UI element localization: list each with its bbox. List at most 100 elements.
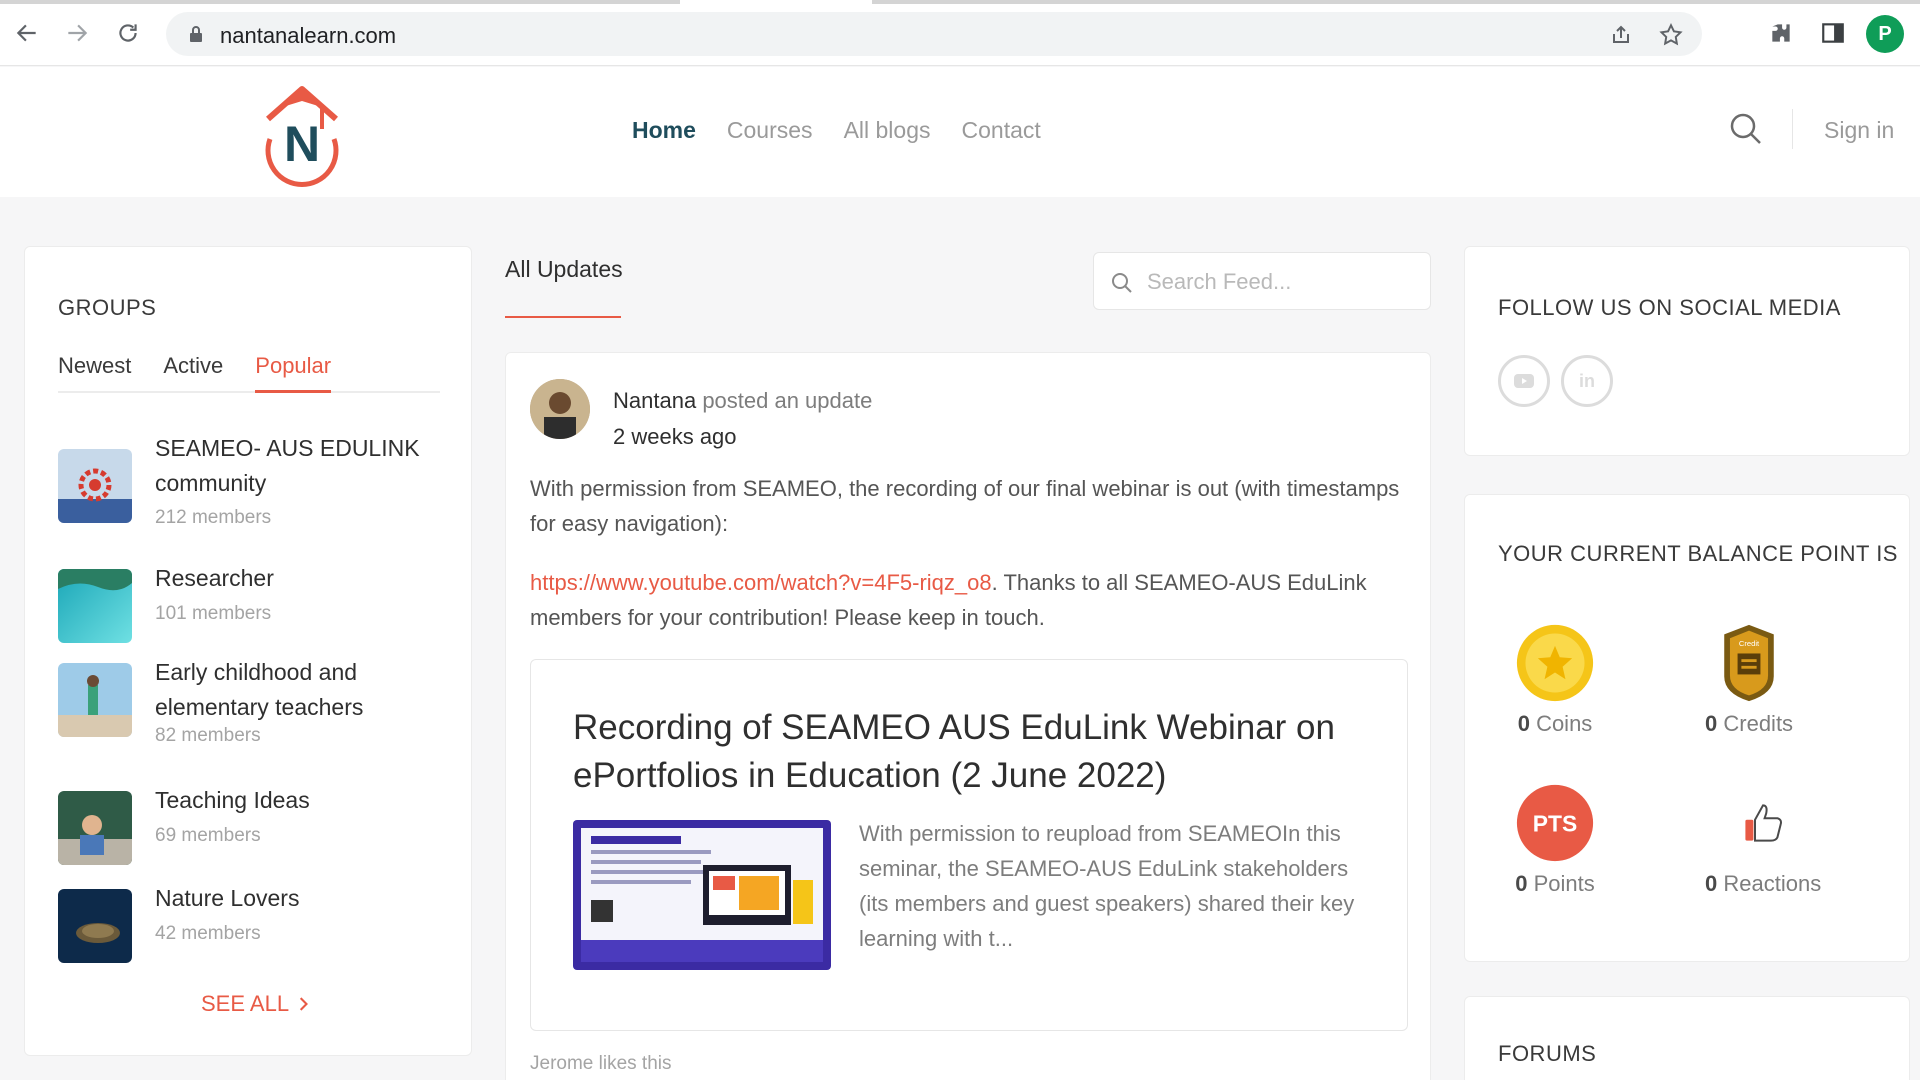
active-tab-indicator [505, 316, 621, 318]
group-members: 42 members [155, 923, 261, 944]
share-icon[interactable] [1606, 20, 1636, 50]
forward-arrow-icon[interactable] [60, 16, 94, 50]
coins-label: Coins [1536, 711, 1593, 736]
site-header: N Home Courses All blogs Contact Sign in [0, 67, 1920, 197]
extensions-puzzle-icon[interactable] [1766, 18, 1796, 48]
coin-icon [1513, 621, 1597, 705]
lock-icon[interactable] [186, 23, 206, 45]
nav-contact[interactable]: Contact [962, 117, 1041, 144]
back-arrow-icon[interactable] [10, 16, 44, 50]
search-icon [1112, 273, 1132, 293]
credit-badge-text: Credit [1739, 639, 1760, 648]
nantana-logo[interactable]: N [256, 79, 348, 189]
link-preview-card[interactable]: Recording of SEAMEO AUS EduLink Webinar … [530, 659, 1408, 1031]
post-body: With permission from SEAMEO, the recordi… [530, 471, 1410, 635]
group-item[interactable]: Teaching Ideas 69 members [58, 783, 448, 873]
points-label: Points [1533, 871, 1595, 896]
logo-letter: N [284, 116, 320, 172]
groups-tabs: Newest Active Popular [58, 353, 440, 393]
group-thumbnail[interactable] [58, 791, 132, 865]
post-time[interactable]: 2 weeks ago [613, 419, 872, 455]
star-icon[interactable] [1656, 20, 1686, 50]
nav-courses[interactable]: Courses [727, 117, 813, 144]
social-widget: FOLLOW US ON SOCIAL MEDIA in [1464, 246, 1910, 456]
post-meta: Nantana posted an update 2 weeks ago [613, 383, 872, 455]
tab-active[interactable]: Active [163, 353, 223, 393]
credit-badge-icon: Credit [1707, 621, 1791, 705]
sign-in-link[interactable]: Sign in [1824, 117, 1894, 144]
tab-newest[interactable]: Newest [58, 353, 131, 393]
tab-strip-edge [0, 0, 1920, 4]
browser-toolbar: nantanalearn.com P [0, 0, 1920, 66]
main-nav: Home Courses All blogs Contact [632, 117, 1041, 144]
credits-value: 0 [1705, 711, 1718, 736]
balance-credits: Credit 0 Credits [1705, 621, 1793, 737]
youtube-icon[interactable] [1498, 355, 1550, 407]
nav-all-blogs[interactable]: All blogs [844, 117, 931, 144]
forums-widget: FORUMS [1464, 996, 1910, 1080]
points-icon: PTS [1513, 781, 1597, 865]
post-text: With permission from SEAMEO, the recordi… [530, 476, 1400, 536]
see-all-link[interactable]: SEE ALL [201, 991, 309, 1017]
group-item[interactable]: SEAMEO- AUS EDULINK community 212 member… [58, 431, 448, 541]
balance-title: YOUR CURRENT BALANCE POINT IS [1498, 541, 1898, 566]
group-members: 69 members [155, 825, 261, 846]
group-thumbnail[interactable] [58, 569, 132, 643]
balance-coins: 0 Coins [1513, 621, 1597, 737]
search-icon[interactable] [1728, 111, 1764, 147]
group-thumbnail[interactable] [58, 889, 132, 963]
group-item[interactable]: Nature Lovers 42 members [58, 881, 448, 971]
search-feed-input[interactable] [1147, 265, 1417, 299]
reload-icon[interactable] [111, 16, 145, 50]
address-bar[interactable]: nantanalearn.com [166, 12, 1702, 56]
chevron-right-icon [300, 997, 309, 1011]
author-avatar[interactable] [530, 379, 590, 439]
side-panel-icon[interactable] [1818, 18, 1848, 48]
points-value: 0 [1515, 871, 1528, 896]
linkedin-text: in [1579, 370, 1595, 391]
reactions-value: 0 [1705, 871, 1718, 896]
post-author[interactable]: Nantana [613, 388, 696, 413]
post-action: posted an update [702, 388, 873, 413]
groups-widget: GROUPS Newest Active Popular SEAMEO- AUS… [24, 246, 472, 1056]
coins-value: 0 [1517, 711, 1530, 736]
activity-post: Nantana posted an update 2 weeks ago Wit… [505, 352, 1431, 1080]
balance-points: PTS 0 Points [1513, 781, 1597, 897]
group-thumbnail[interactable] [58, 663, 132, 737]
tab-all-updates[interactable]: All Updates [505, 256, 623, 283]
group-item[interactable]: Researcher 101 members [58, 561, 448, 651]
see-all-label[interactable]: SEE ALL [201, 991, 289, 1017]
group-members: 82 members [155, 725, 261, 746]
preview-thumbnail[interactable] [573, 820, 831, 970]
pts-text: PTS [1533, 811, 1577, 837]
preview-description: With permission to reupload from SEAMEOI… [859, 821, 1355, 951]
group-name[interactable]: Teaching Ideas [155, 783, 445, 818]
url-text[interactable]: nantanalearn.com [220, 23, 396, 49]
reactions-label: Reactions [1723, 871, 1822, 896]
balance-widget: YOUR CURRENT BALANCE POINT IS 0 Coins Cr… [1464, 494, 1910, 962]
header-divider [1792, 109, 1793, 149]
group-name[interactable]: Researcher [155, 561, 445, 596]
likes-text[interactable]: Jerome likes this [530, 1053, 672, 1075]
group-members: 101 members [155, 603, 272, 624]
feed-search[interactable] [1093, 252, 1431, 310]
profile-avatar[interactable]: P [1866, 15, 1904, 53]
forums-title: FORUMS [1498, 1041, 1597, 1066]
thumbs-up-icon [1721, 781, 1805, 865]
groups-title: GROUPS [58, 295, 157, 320]
credits-label: Credits [1723, 711, 1794, 736]
preview-title[interactable]: Recording of SEAMEO AUS EduLink Webinar … [573, 704, 1373, 800]
nav-home[interactable]: Home [632, 117, 696, 144]
group-name[interactable]: Nature Lovers [155, 881, 445, 916]
post-text-2: https://www.youtube.com/watch?v=4F5-riqz… [530, 565, 1410, 635]
linkedin-icon[interactable]: in [1561, 355, 1613, 407]
group-item[interactable]: Early childhood and elementary teachers … [58, 655, 448, 755]
group-members: 212 members [155, 507, 272, 528]
social-title: FOLLOW US ON SOCIAL MEDIA [1498, 295, 1841, 320]
group-name[interactable]: SEAMEO- AUS EDULINK community [155, 431, 445, 501]
group-thumbnail[interactable] [58, 449, 132, 523]
youtube-link[interactable]: https://www.youtube.com/watch?v=4F5-riqz… [530, 570, 992, 595]
tab-popular[interactable]: Popular [255, 353, 332, 393]
group-name[interactable]: Early childhood and elementary teachers [155, 655, 445, 725]
balance-reactions: 0 Reactions [1705, 781, 1821, 897]
